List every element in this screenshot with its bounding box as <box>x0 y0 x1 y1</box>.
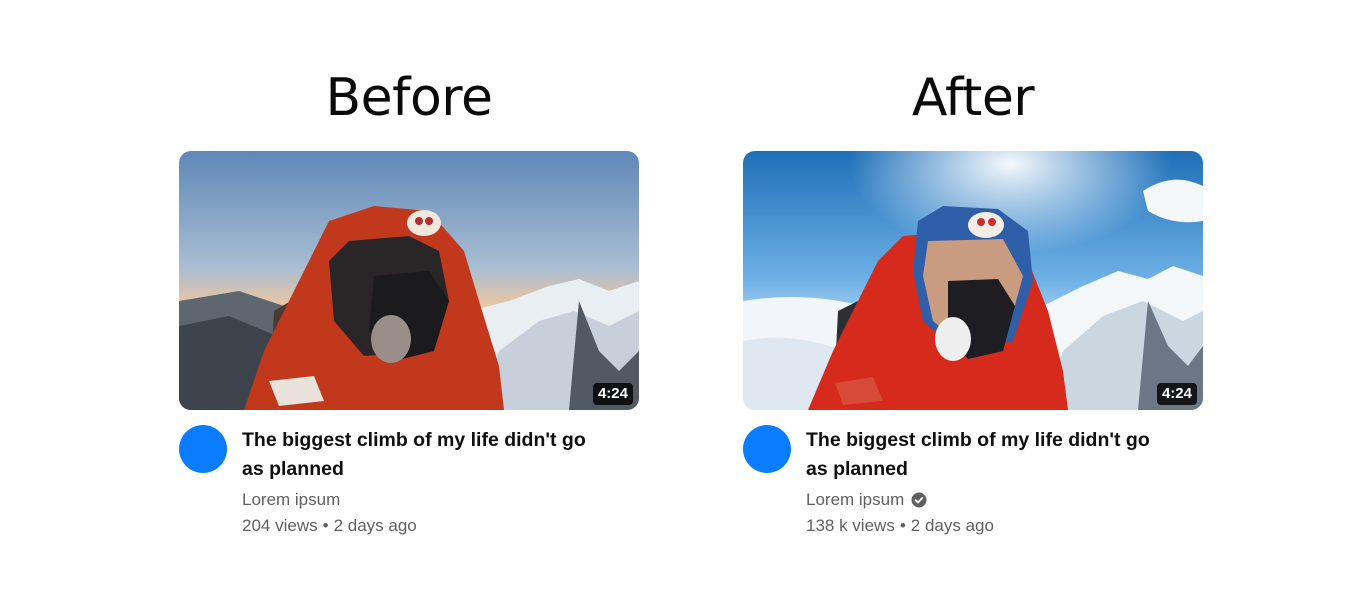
before-panel: Before 4:24 The biggest climb of my life… <box>179 0 649 597</box>
verified-check-icon <box>911 492 927 508</box>
thumbnail-image <box>179 151 639 410</box>
after-panel: After 4:24 The biggest climb of my life … <box>743 0 1213 597</box>
thumbnail-image <box>743 151 1203 410</box>
video-meta: 204 views • 2 days ago <box>242 516 417 536</box>
video-thumbnail[interactable]: 4:24 <box>743 151 1203 410</box>
panel-heading: Before <box>325 68 493 128</box>
channel-name-row[interactable]: Lorem ipsum <box>242 490 340 510</box>
upload-age: 2 days ago <box>910 516 994 535</box>
channel-name[interactable]: Lorem ipsum <box>806 490 904 510</box>
duration-badge: 4:24 <box>592 383 633 405</box>
channel-name-row[interactable]: Lorem ipsum <box>806 490 927 510</box>
channel-avatar[interactable] <box>179 425 227 473</box>
video-thumbnail[interactable]: 4:24 <box>179 151 639 410</box>
duration-badge: 4:24 <box>1156 383 1197 405</box>
meta-separator: • <box>899 516 906 535</box>
panel-heading: After <box>911 68 1035 128</box>
video-title[interactable]: The biggest climb of my life didn't go a… <box>242 426 602 484</box>
video-meta: 138 k views • 2 days ago <box>806 516 994 536</box>
channel-avatar[interactable] <box>743 425 791 473</box>
view-count: 204 views <box>242 516 318 535</box>
view-count: 138 k views <box>806 516 895 535</box>
upload-age: 2 days ago <box>333 516 417 535</box>
channel-name[interactable]: Lorem ipsum <box>242 490 340 510</box>
meta-separator: • <box>322 516 329 535</box>
video-title[interactable]: The biggest climb of my life didn't go a… <box>806 426 1166 484</box>
